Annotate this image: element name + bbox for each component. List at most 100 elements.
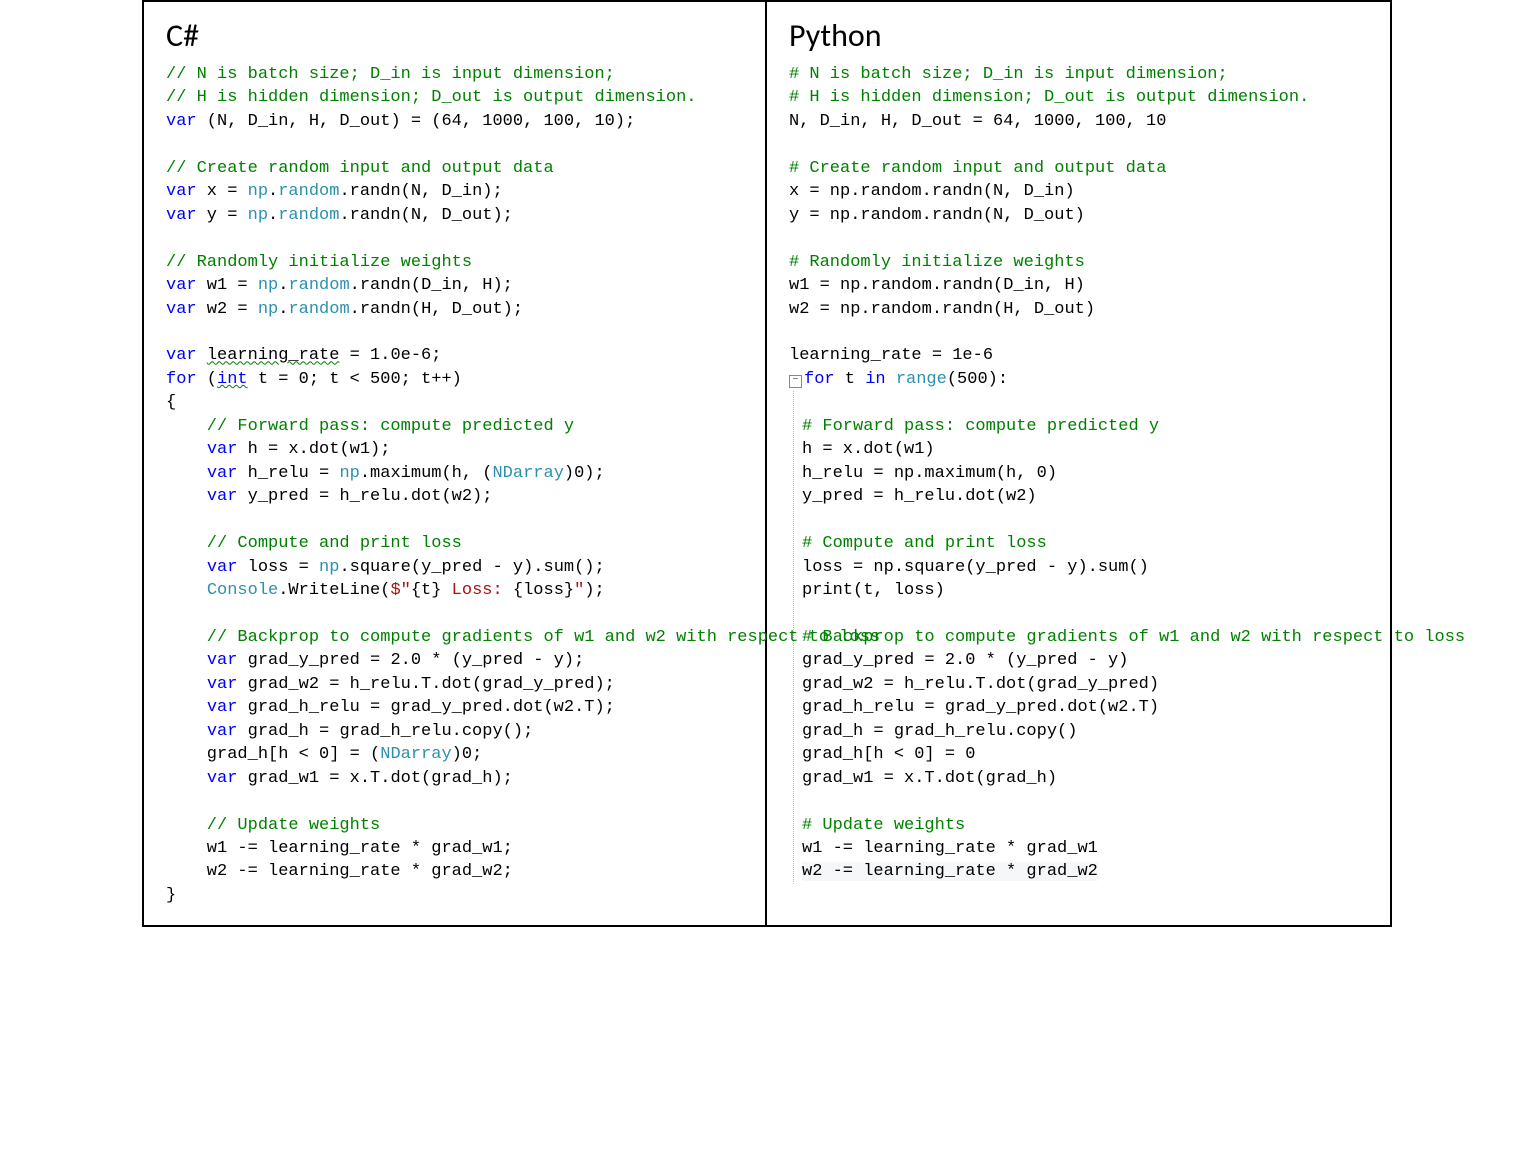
brace-close: } (166, 886, 176, 905)
indent (166, 769, 207, 788)
code-text (197, 346, 207, 365)
code-comment: // Compute and print loss (166, 534, 462, 553)
type-np: np (248, 206, 268, 225)
code-text: grad_y_pred = 2.0 * (y_pred - y) (802, 651, 1128, 670)
code-text: . (278, 300, 288, 319)
type-np: np (258, 276, 278, 295)
code-text: .WriteLine( (278, 581, 390, 600)
indent-guide: # Forward pass: compute predicted y h = … (793, 391, 1370, 884)
code-text: y = (197, 206, 248, 225)
code-text: grad_h_relu = grad_y_pred.dot(w2.T) (802, 698, 1159, 717)
string-close: " (574, 581, 584, 600)
type-console: Console (207, 581, 278, 600)
brace-open: { (166, 393, 176, 412)
code-text: loss = (237, 558, 319, 577)
code-text: .randn(D_in, H); (350, 276, 513, 295)
indent (166, 464, 207, 483)
indent (166, 722, 207, 741)
indent (166, 651, 207, 670)
code-text: y = np.random.randn(N, D_out) (789, 206, 1085, 225)
code-text: x = (197, 182, 248, 201)
type-random: random (288, 276, 349, 295)
code-text: .square(y_pred - y).sum(); (339, 558, 604, 577)
csharp-pane: C# // N is batch size; D_in is input dim… (144, 2, 767, 925)
code-text: x = np.random.randn(N, D_in) (789, 182, 1075, 201)
keyword-var: var (207, 651, 238, 670)
indent (166, 440, 207, 459)
code-text: (500): (947, 370, 1008, 389)
keyword-var: var (166, 182, 197, 201)
code-text: t = 0; t < 500; t++) (248, 370, 462, 389)
code-text: ( (197, 370, 217, 389)
code-text: .randn(N, D_in); (339, 182, 502, 201)
python-title: Python (789, 16, 1370, 55)
code-comment: # Create random input and output data (789, 159, 1166, 178)
code-text: )0; (452, 745, 483, 764)
keyword-var: var (207, 698, 238, 717)
type-np: np (248, 182, 268, 201)
code-text: w1 -= learning_rate * grad_w1 (802, 839, 1098, 858)
code-text: N, D_in, H, D_out = 64, 1000, 100, 10 (789, 112, 1166, 131)
code-comment: // Randomly initialize weights (166, 253, 472, 272)
code-text: h_relu = np.maximum(h, 0) (802, 464, 1057, 483)
type-ndarray: NDarray (492, 464, 563, 483)
code-text-cursor-line: w2 -= learning_rate * grad_w2 (802, 862, 1098, 881)
keyword-var: var (207, 769, 238, 788)
code-text: print(t, loss) (802, 581, 945, 600)
keyword-var: var (166, 112, 197, 131)
type-np: np (319, 558, 339, 577)
code-comment: # H is hidden dimension; D_out is output… (789, 88, 1309, 107)
keyword-var: var (166, 346, 197, 365)
keyword-var: var (207, 487, 238, 506)
code-text: loss = np.square(y_pred - y).sum() (802, 558, 1149, 577)
type-random: random (288, 300, 349, 319)
keyword-var: var (207, 440, 238, 459)
code-comment: # Backprop to compute gradients of w1 an… (802, 628, 1465, 647)
code-text: w1 = np.random.randn(D_in, H) (789, 276, 1085, 295)
code-text: grad_h = grad_h_relu.copy(); (237, 722, 533, 741)
keyword-var: var (207, 464, 238, 483)
code-text: (N, D_in, H, D_out) = (64, 1000, 100, 10… (197, 112, 636, 131)
code-comment: // Forward pass: compute predicted y (166, 417, 574, 436)
code-text: h = x.dot(w1); (237, 440, 390, 459)
keyword-var: var (166, 300, 197, 319)
type-ndarray: NDarray (380, 745, 451, 764)
code-text: grad_h = grad_h_relu.copy() (802, 722, 1077, 741)
code-comment: # Randomly initialize weights (789, 253, 1085, 272)
code-text: . (278, 276, 288, 295)
code-text: ); (584, 581, 604, 600)
keyword-in: in (865, 370, 885, 389)
keyword-int: int (217, 370, 248, 389)
code-comment: // H is hidden dimension; D_out is outpu… (166, 88, 697, 107)
keyword-for: for (166, 370, 197, 389)
code-text: .randn(N, D_out); (339, 206, 512, 225)
code-text: learning_rate = 1e-6 (789, 346, 993, 365)
csharp-title: C# (166, 16, 745, 55)
interp: {loss} (513, 581, 574, 600)
keyword-var: var (166, 206, 197, 225)
code-text: grad_w1 = x.T.dot(grad_h) (802, 769, 1057, 788)
keyword-var: var (207, 722, 238, 741)
code-text: h_relu = (237, 464, 339, 483)
code-text: grad_w2 = h_relu.T.dot(grad_y_pred) (802, 675, 1159, 694)
code-text: w1 -= learning_rate * grad_w1; (166, 839, 513, 858)
code-text: grad_w2 = h_relu.T.dot(grad_y_pred); (237, 675, 614, 694)
keyword-for: for (804, 370, 835, 389)
code-comment: # Compute and print loss (802, 534, 1047, 553)
keyword-var: var (207, 558, 238, 577)
code-text: . (268, 206, 278, 225)
code-text: )0); (564, 464, 605, 483)
keyword-var: var (166, 276, 197, 295)
code-text: h = x.dot(w1) (802, 440, 935, 459)
code-text: grad_h_relu = grad_y_pred.dot(w2.T); (237, 698, 614, 717)
indent (166, 581, 207, 600)
code-text: t (835, 370, 866, 389)
csharp-code-block: // N is batch size; D_in is input dimens… (166, 63, 745, 907)
string-open: $" (390, 581, 410, 600)
type-np: np (339, 464, 359, 483)
code-text: grad_w1 = x.T.dot(grad_h); (237, 769, 512, 788)
code-comment: # N is batch size; D_in is input dimensi… (789, 65, 1228, 84)
python-pane: Python # N is batch size; D_in is input … (767, 2, 1390, 925)
fold-minus-icon[interactable]: − (789, 375, 802, 388)
code-text: w2 = (197, 300, 258, 319)
